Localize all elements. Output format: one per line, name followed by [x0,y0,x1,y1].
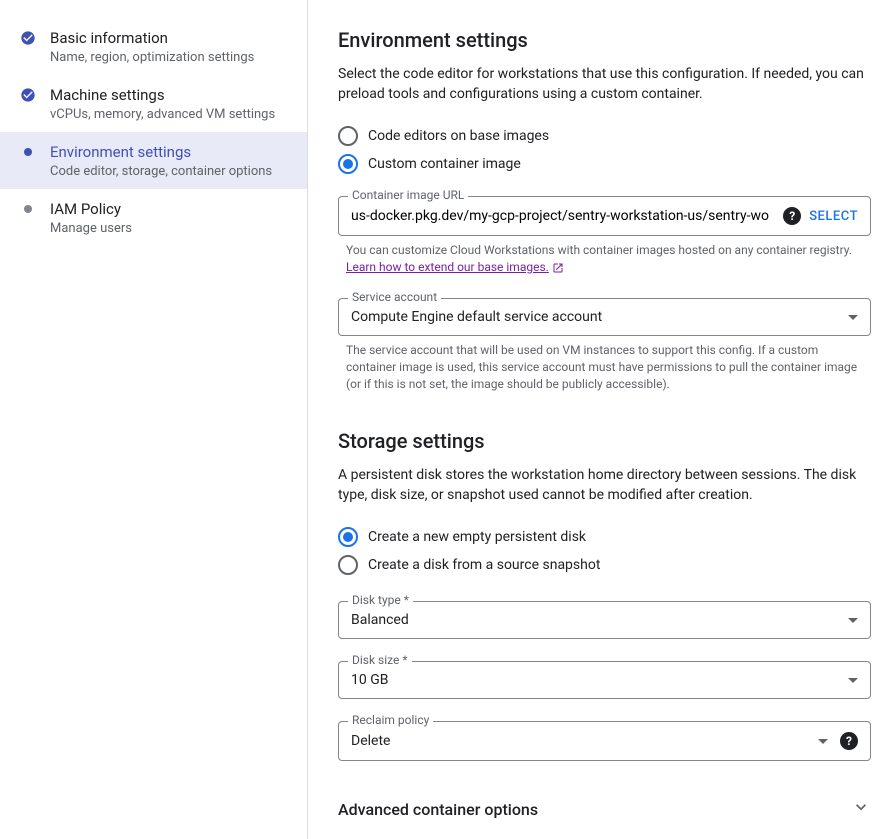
select-value: Balanced [351,612,409,628]
step-subtitle: Code editor, storage, container options [50,164,291,179]
step-title: IAM Policy [50,199,291,219]
help-icon[interactable]: ? [840,732,858,750]
dropdown-caret-icon [848,315,858,320]
service-account-field: Service account Compute Engine default s… [338,298,871,336]
storage-settings-heading: Storage settings [338,429,871,453]
chevron-down-icon [851,797,871,821]
disk-type-select[interactable]: Balanced [338,601,871,639]
step-basic-information[interactable]: Basic information Name, region, optimiza… [0,18,307,75]
radio-icon [338,126,358,146]
radio-label: Create a disk from a source snapshot [368,557,600,573]
container-image-url-field: Container image URL ? SELECT [338,196,871,236]
field-label: Service account [348,290,441,304]
step-subtitle: Name, region, optimization settings [50,50,291,65]
field-label: Disk size * [348,653,412,667]
environment-settings-heading: Environment settings [338,28,871,52]
step-subtitle: vCPUs, memory, advanced VM settings [50,107,291,122]
container-image-hint: You can customize Cloud Workstations wit… [338,242,871,276]
radio-label: Custom container image [368,156,521,172]
current-step-dot-icon [20,144,36,160]
dropdown-caret-icon [848,618,858,623]
field-label: Reclaim policy [348,713,433,727]
environment-settings-description: Select the code editor for workstations … [338,64,871,104]
help-icon[interactable]: ? [783,207,801,225]
main-content: Environment settings Select the code edi… [308,0,891,839]
radio-icon [338,555,358,575]
field-label: Container image URL [348,188,468,202]
dropdown-caret-icon [848,678,858,683]
storage-settings-description: A persistent disk stores the workstation… [338,465,871,505]
radio-code-editors-base[interactable]: Code editors on base images [338,122,871,150]
disk-size-field: Disk size * 10 GB [338,661,871,699]
disk-size-select[interactable]: 10 GB [338,661,871,699]
check-circle-icon [20,30,36,46]
dropdown-caret-icon [818,739,828,744]
step-machine-settings[interactable]: Machine settings vCPUs, memory, advanced… [0,75,307,132]
radio-new-disk[interactable]: Create a new empty persistent disk [338,523,871,551]
check-circle-icon [20,87,36,103]
radio-custom-container[interactable]: Custom container image [338,150,871,178]
reclaim-policy-select[interactable]: Delete ? [338,721,871,761]
select-value: Compute Engine default service account [351,309,602,325]
container-image-url-input[interactable] [351,208,775,224]
expander-title: Advanced container options [338,800,538,819]
radio-snapshot-disk[interactable]: Create a disk from a source snapshot [338,551,871,579]
radio-label: Code editors on base images [368,128,549,144]
step-title: Environment settings [50,142,291,162]
radio-icon [338,527,358,547]
step-subtitle: Manage users [50,221,291,236]
select-value: Delete [351,733,390,749]
advanced-container-options-expander[interactable]: Advanced container options [338,781,871,837]
step-iam-policy[interactable]: IAM Policy Manage users [0,189,307,246]
radio-icon [338,154,358,174]
pending-step-dot-icon [20,201,36,217]
field-label: Disk type * [348,593,413,607]
select-value: 10 GB [351,672,388,688]
step-environment-settings[interactable]: Environment settings Code editor, storag… [0,132,307,189]
service-account-hint: The service account that will be used on… [338,342,871,393]
step-title: Basic information [50,28,291,48]
select-image-button[interactable]: SELECT [809,209,858,224]
step-title: Machine settings [50,85,291,105]
steps-sidebar: Basic information Name, region, optimiza… [0,0,308,839]
external-link-icon [552,262,564,274]
disk-type-field: Disk type * Balanced [338,601,871,639]
radio-label: Create a new empty persistent disk [368,529,586,545]
learn-base-images-link[interactable]: Learn how to extend our base images. [346,260,564,274]
reclaim-policy-field: Reclaim policy Delete ? [338,721,871,761]
